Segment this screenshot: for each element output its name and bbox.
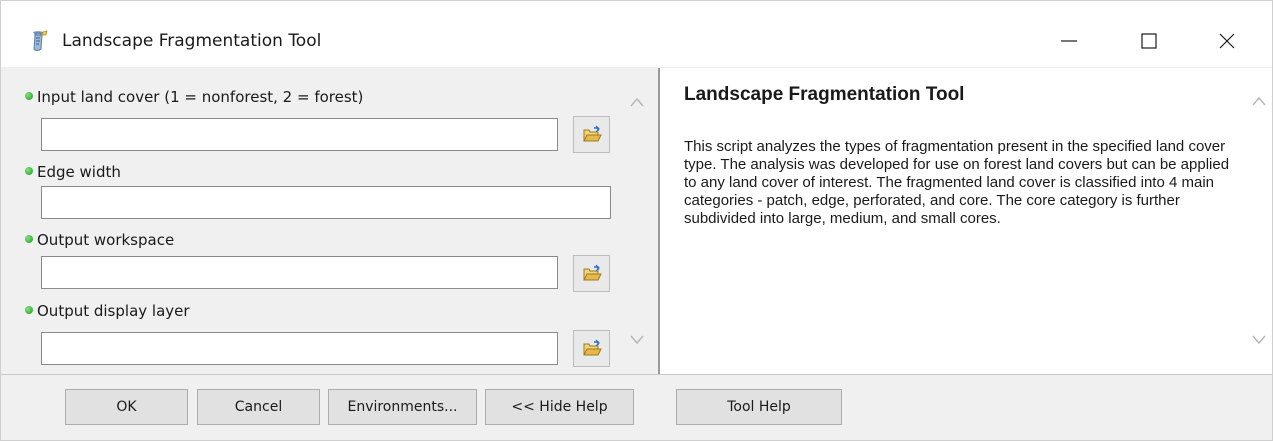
dialog-footer: OK Cancel Environments... << Hide Help T… xyxy=(1,374,1272,440)
script-tool-icon xyxy=(33,30,48,51)
param-label: Input land cover (1 = nonforest, 2 = for… xyxy=(37,88,364,106)
param-label: Output display layer xyxy=(37,302,190,320)
cancel-button[interactable]: Cancel xyxy=(197,389,320,425)
hide-help-button[interactable]: << Hide Help xyxy=(485,389,634,425)
open-folder-icon xyxy=(583,125,602,142)
title-bar[interactable]: Landscape Fragmentation Tool xyxy=(1,1,1272,67)
minimize-icon xyxy=(1061,40,1077,42)
required-dot-icon xyxy=(25,235,33,243)
param-label: Output workspace xyxy=(37,231,175,249)
parameters-pane: Input land cover (1 = nonforest, 2 = for… xyxy=(13,68,656,373)
help-pane: Landscape Fragmentation Tool This script… xyxy=(658,68,1272,374)
output-display-layer-field[interactable] xyxy=(41,332,558,365)
environments-button[interactable]: Environments... xyxy=(328,389,477,425)
scroll-down-icon[interactable] xyxy=(629,334,645,346)
edge-width-field[interactable] xyxy=(41,186,611,219)
maximize-icon xyxy=(1141,33,1157,49)
param-label: Edge width xyxy=(37,163,121,181)
output-workspace-field[interactable] xyxy=(41,256,558,289)
maximize-button[interactable] xyxy=(1119,18,1179,64)
scroll-up-icon[interactable] xyxy=(629,96,645,108)
browse-button[interactable] xyxy=(573,116,610,153)
browse-button[interactable] xyxy=(573,255,610,292)
close-button[interactable] xyxy=(1197,18,1257,64)
minimize-button[interactable] xyxy=(1039,18,1099,64)
required-dot-icon xyxy=(25,167,33,175)
tool-help-button[interactable]: Tool Help xyxy=(676,389,842,425)
browse-button[interactable] xyxy=(573,330,610,367)
help-description: This script analyzes the types of fragme… xyxy=(684,138,1230,227)
ok-button[interactable]: OK xyxy=(65,389,188,425)
open-folder-icon xyxy=(583,264,602,281)
required-dot-icon xyxy=(25,306,33,314)
input-land-cover-field[interactable] xyxy=(41,118,558,151)
required-dot-icon xyxy=(25,92,33,100)
close-icon xyxy=(1219,33,1235,49)
tool-dialog: Landscape Fragmentation Tool Input land … xyxy=(0,0,1273,441)
help-scroll-down-icon[interactable] xyxy=(1251,334,1267,346)
window-title: Landscape Fragmentation Tool xyxy=(62,31,322,51)
help-title: Landscape Fragmentation Tool xyxy=(684,84,965,105)
open-folder-icon xyxy=(583,339,602,356)
help-scroll-up-icon[interactable] xyxy=(1251,95,1267,107)
